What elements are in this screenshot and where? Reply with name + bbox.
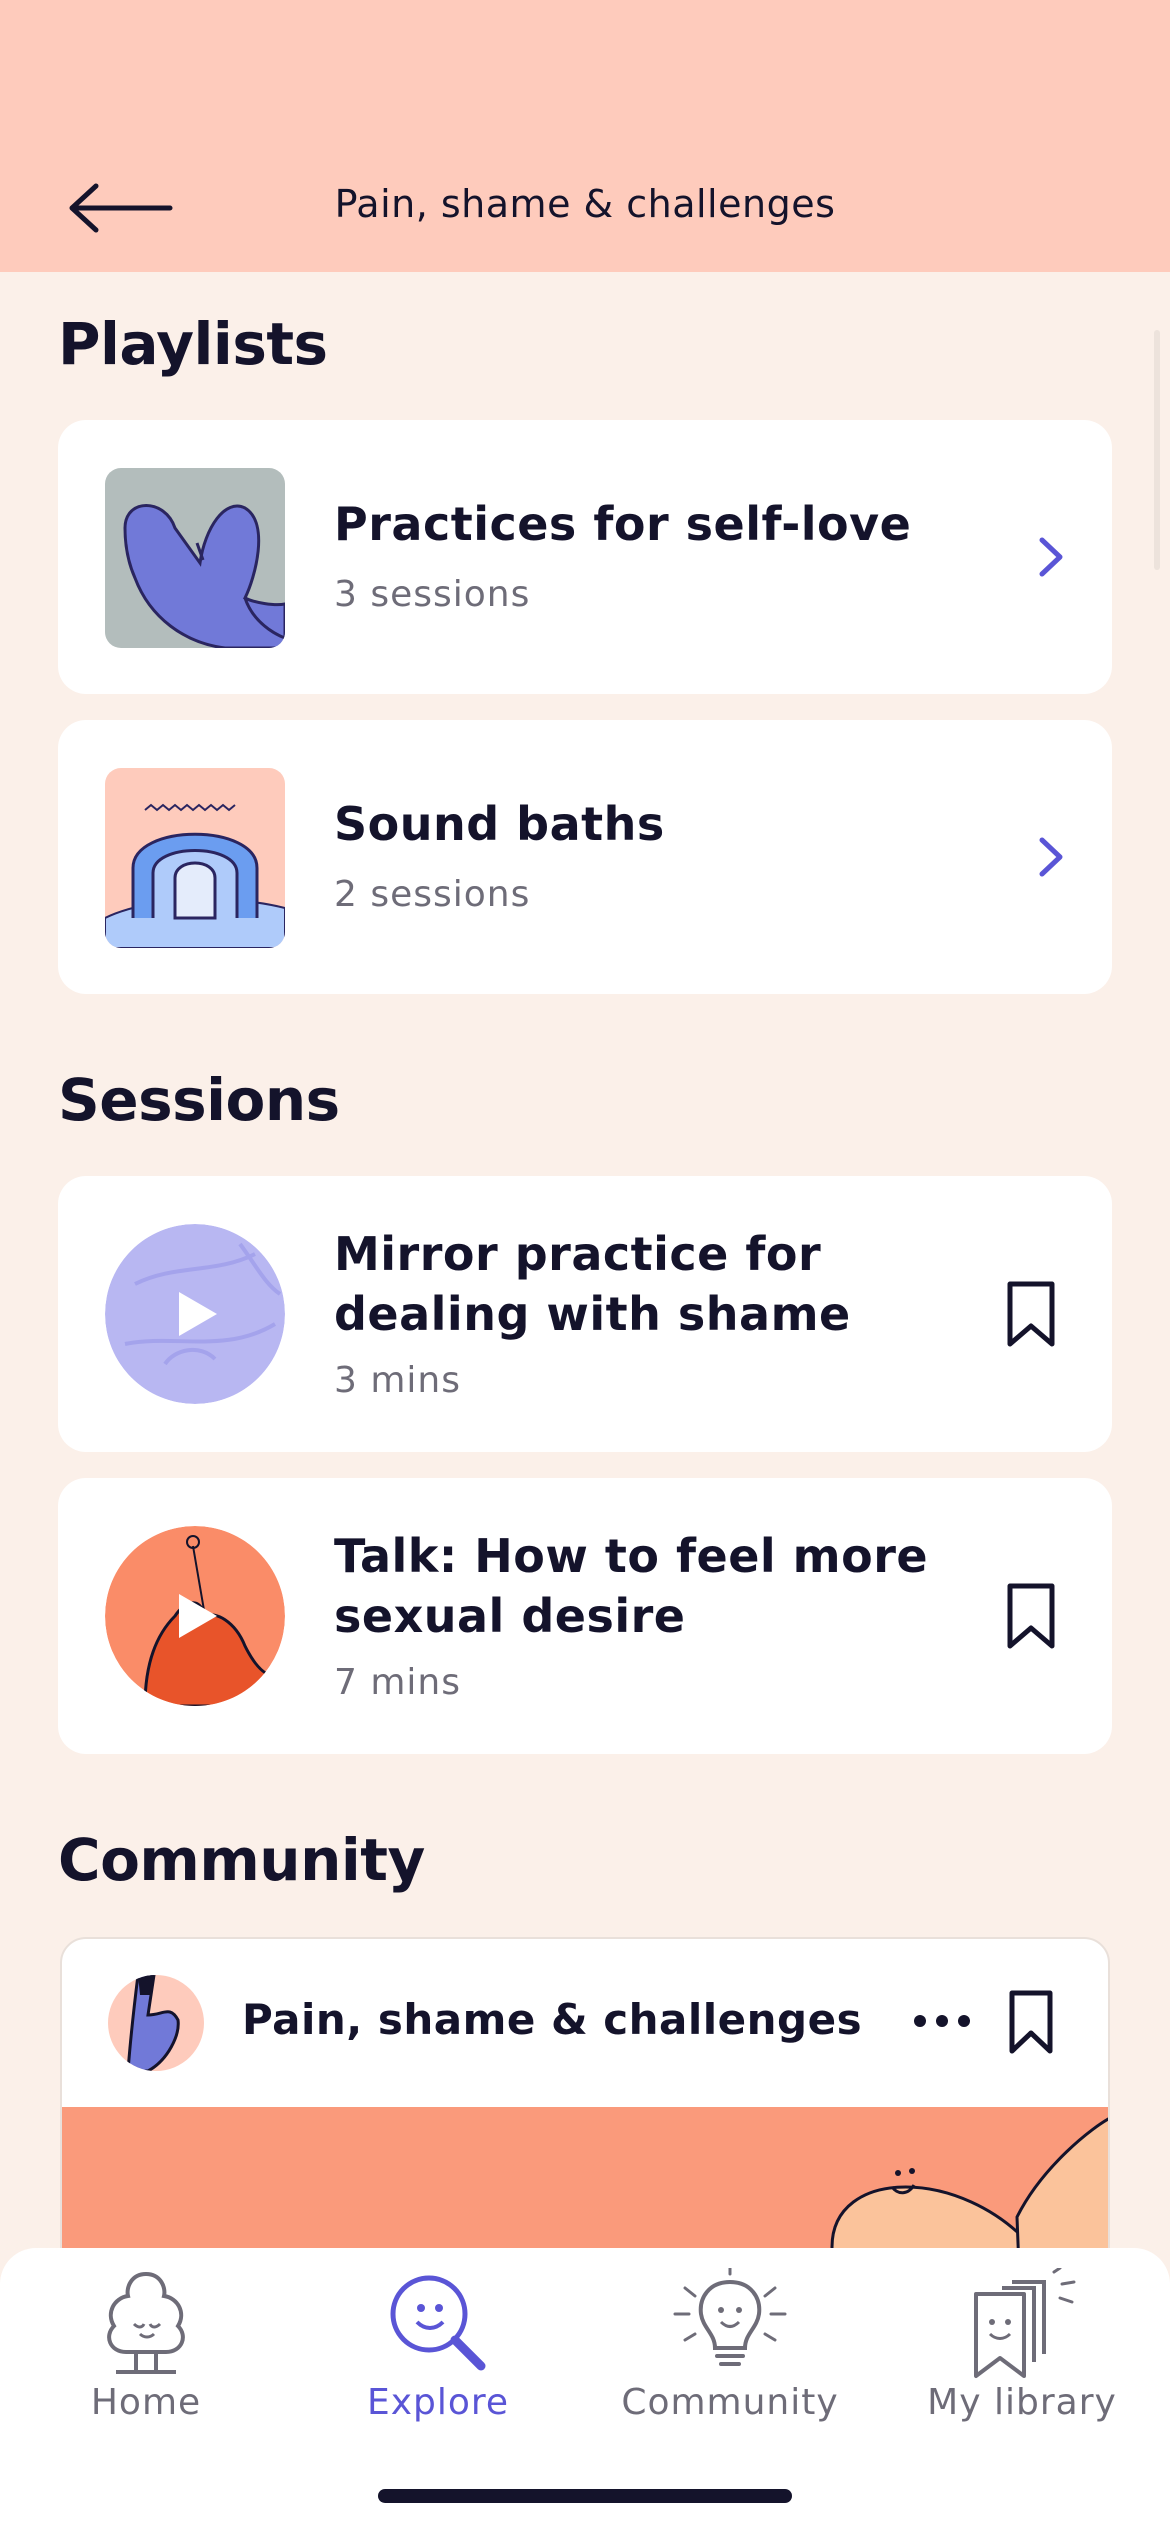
page-title: Pain, shame & challenges	[334, 182, 836, 226]
community-heading: Community	[58, 1826, 425, 1894]
play-icon[interactable]	[173, 1592, 221, 1640]
search-face-icon	[390, 2275, 486, 2371]
tab-explore[interactable]: Explore	[292, 2248, 584, 2448]
top-bar: Pain, shame & challenges	[0, 0, 1170, 272]
session-card-sexual-desire[interactable]: Talk: How to feel more sexual desire 7 m…	[58, 1478, 1112, 1754]
play-icon[interactable]	[173, 1290, 221, 1338]
avatar	[108, 1975, 204, 2071]
session-title-line2: sexual desire	[334, 1589, 686, 1643]
playlist-subtitle: 2 sessions	[334, 874, 531, 915]
tab-label: Community	[621, 2382, 839, 2423]
community-post-title: Pain, shame & challenges	[242, 1995, 863, 2044]
session-duration: 3 mins	[334, 1360, 461, 1401]
bookmark-icon[interactable]	[1006, 1280, 1056, 1348]
tab-community[interactable]: Community	[584, 2248, 876, 2448]
playlist-thumbnail	[105, 468, 285, 648]
sessions-heading: Sessions	[58, 1066, 340, 1134]
home-indicator	[378, 2489, 792, 2503]
session-card-mirror-practice[interactable]: Mirror practice for dealing with shame 3…	[58, 1176, 1112, 1452]
tab-home[interactable]: Home	[0, 2248, 292, 2448]
playlist-title: Sound baths	[334, 797, 665, 851]
chevron-right-icon	[1039, 837, 1063, 877]
tab-label: My library	[927, 2382, 1117, 2423]
playlist-thumbnail	[105, 768, 285, 948]
session-thumbnail	[105, 1224, 285, 1404]
bookmark-icon[interactable]	[1008, 1989, 1054, 2055]
bookmark-icon[interactable]	[1006, 1582, 1056, 1650]
tab-label: Explore	[366, 2382, 510, 2423]
session-duration: 7 mins	[334, 1662, 461, 1703]
scroll-indicator	[1154, 330, 1160, 570]
session-thumbnail	[105, 1526, 285, 1706]
playlists-heading: Playlists	[58, 310, 328, 378]
playlist-card-self-love[interactable]: Practices for self-love 3 sessions	[58, 420, 1112, 694]
session-title-line1: Talk: How to feel more	[334, 1529, 929, 1583]
playlist-subtitle: 3 sessions	[334, 574, 531, 615]
session-title-line1: Mirror practice for	[334, 1227, 822, 1281]
chevron-right-icon	[1039, 537, 1063, 577]
tree-icon	[107, 2271, 185, 2374]
tab-label: Home	[90, 2382, 202, 2423]
more-options-icon[interactable]	[912, 2011, 972, 2031]
tab-my-library[interactable]: My library	[876, 2248, 1168, 2448]
playlist-title: Practices for self-love	[334, 497, 912, 551]
playlist-card-sound-baths[interactable]: Sound baths 2 sessions	[58, 720, 1112, 994]
session-title-line2: dealing with shame	[334, 1287, 851, 1341]
screen: Pain, shame & challenges Playlists Pract…	[0, 0, 1170, 2532]
lightbulb-icon	[673, 2268, 787, 2366]
bookmark-stack-icon	[974, 2268, 1076, 2378]
